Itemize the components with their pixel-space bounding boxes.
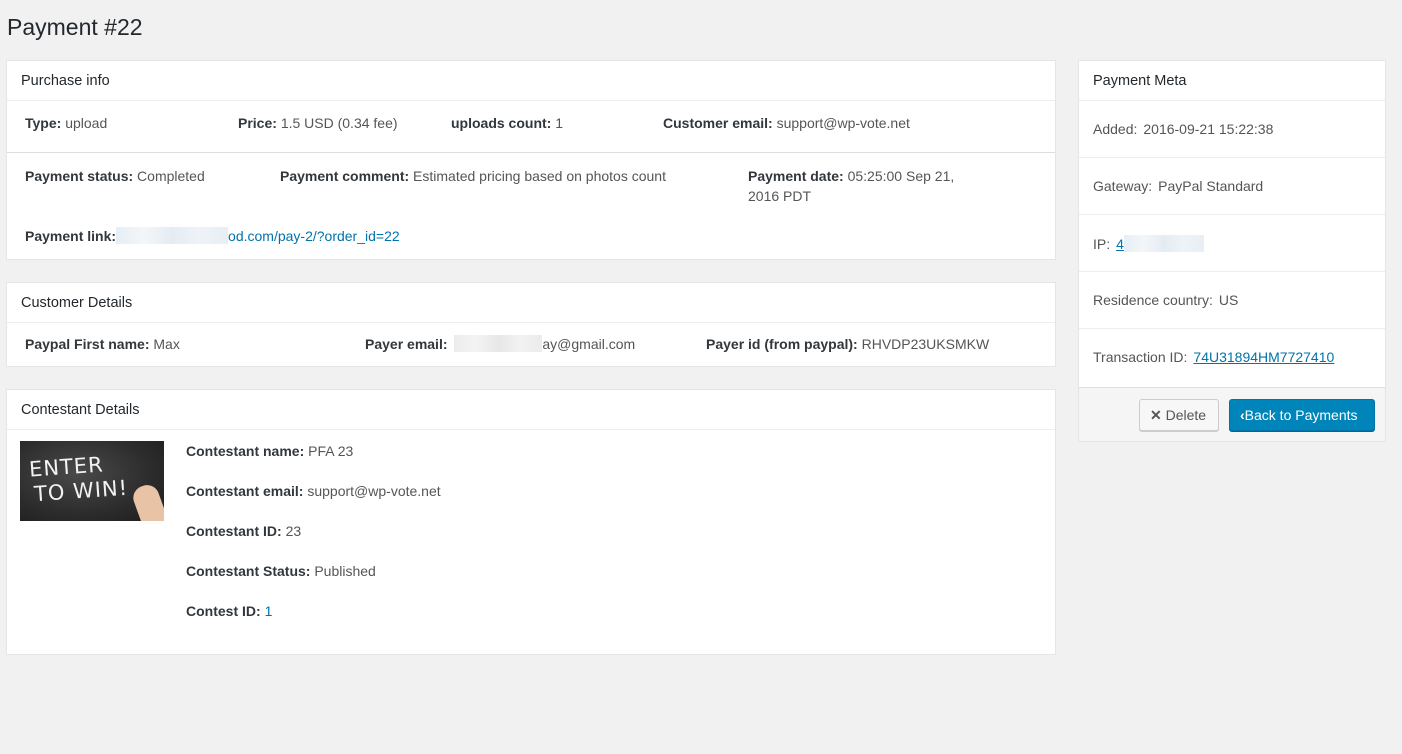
- payment-meta-box: Payment Meta Added: 2016-09-21 15:22:38 G…: [1078, 60, 1386, 442]
- payment-link-value: od.com/pay-2/?order_id=22: [228, 228, 400, 244]
- payment-date-label: Payment date:: [748, 168, 844, 184]
- contestant-name-label: Contestant name:: [186, 443, 305, 459]
- residence-country-value: US: [1218, 292, 1239, 308]
- type-field: Type: upload: [25, 113, 107, 133]
- customer-email-value: support@wp-vote.net: [776, 115, 910, 131]
- price-field: Price: 1.5 USD (0.34 fee): [238, 113, 398, 133]
- contestant-name-field: Contestant name: PFA 23: [186, 441, 353, 461]
- contestant-id-value: 23: [285, 523, 302, 539]
- contestant-email-field: Contestant email: support@wp-vote.net: [186, 481, 441, 501]
- gateway-row: Gateway: PayPal Standard: [1079, 158, 1385, 215]
- contestant-details-heading: Contestant Details: [7, 390, 1055, 430]
- contest-id-label: Contest ID:: [186, 603, 261, 619]
- payment-comment-value: Estimated pricing based on photos count: [413, 168, 666, 184]
- contestant-id-field: Contestant ID: 23: [186, 521, 301, 541]
- back-button-label: Back to Payments: [1244, 407, 1358, 423]
- redacted-email-part: [454, 335, 543, 352]
- contestant-email-value: support@wp-vote.net: [307, 483, 441, 499]
- payer-email-label: Payer email:: [365, 336, 448, 352]
- payment-link-label: Payment link:: [25, 228, 117, 244]
- payment-date-value-1: 05:25:00 Sep 21,: [847, 168, 955, 184]
- customer-details-heading: Customer Details: [7, 283, 1055, 323]
- contest-id-link[interactable]: 1: [265, 603, 273, 619]
- page-title: Payment #22: [7, 14, 143, 40]
- customer-details-box: Customer Details Paypal First name: Max …: [6, 282, 1056, 367]
- payment-meta-heading: Payment Meta: [1079, 61, 1385, 101]
- uploads-count-label: uploads count:: [451, 115, 552, 131]
- uploads-count-value: 1: [555, 115, 564, 131]
- contestant-id-label: Contestant ID:: [186, 523, 282, 539]
- payment-date-field: Payment date: 05:25:00 Sep 21, 2016 PDT: [748, 166, 978, 206]
- payment-link[interactable]: od.com/pay-2/?order_id=22: [116, 227, 400, 244]
- contestant-status-value: Published: [314, 563, 376, 579]
- payment-date-value-2: 2016 PDT: [748, 188, 812, 204]
- contestant-details-box: Contestant Details ENTER TO WIN! Contest…: [6, 389, 1056, 655]
- ip-row: IP: 4: [1079, 215, 1385, 272]
- residence-country-label: Residence country:: [1093, 292, 1213, 308]
- ip-value: 4: [1116, 236, 1124, 252]
- payer-email-field: Payer email: ay@gmail.com: [365, 334, 635, 354]
- contestant-name-value: PFA 23: [308, 443, 354, 459]
- image-text-to-win: TO WIN!: [33, 475, 129, 507]
- payment-status-value: Completed: [137, 168, 205, 184]
- back-to-payments-button[interactable]: ‹Back to Payments: [1229, 399, 1375, 431]
- x-icon: ✕: [1150, 407, 1162, 423]
- price-value: 1.5 USD (0.34 fee): [280, 115, 398, 131]
- redacted-link-part: [116, 227, 229, 244]
- payer-email-value: ay@gmail.com: [542, 336, 636, 352]
- transaction-id-row: Transaction ID: 74U31894HM7727410: [1079, 329, 1385, 386]
- contestant-email-label: Contestant email:: [186, 483, 304, 499]
- payment-link-field: Payment link: od.com/pay-2/?order_id=22: [25, 226, 400, 246]
- type-label: Type:: [25, 115, 62, 131]
- first-name-label: Paypal First name:: [25, 336, 150, 352]
- ip-label: IP:: [1093, 236, 1111, 252]
- added-value: 2016-09-21 15:22:38: [1143, 121, 1274, 137]
- contestant-image[interactable]: ENTER TO WIN!: [20, 441, 164, 521]
- customer-email-field: Customer email: support@wp-vote.net: [663, 113, 910, 133]
- purchase-divider: [7, 152, 1055, 153]
- delete-button-label: Delete: [1165, 407, 1207, 423]
- transaction-id-label: Transaction ID:: [1093, 349, 1188, 365]
- type-value: upload: [65, 115, 108, 131]
- payment-meta-actions: ✕ Delete ‹Back to Payments: [1079, 387, 1385, 441]
- added-row: Added: 2016-09-21 15:22:38: [1079, 101, 1385, 158]
- contestant-status-label: Contestant Status:: [186, 563, 311, 579]
- payment-status-field: Payment status: Completed: [25, 166, 205, 186]
- residence-country-row: Residence country: US: [1079, 272, 1385, 329]
- customer-email-label: Customer email:: [663, 115, 773, 131]
- price-label: Price:: [238, 115, 277, 131]
- transaction-id-link[interactable]: 74U31894HM7727410: [1193, 349, 1334, 365]
- added-label: Added:: [1093, 121, 1138, 137]
- payment-status-label: Payment status:: [25, 168, 134, 184]
- purchase-info-box: Purchase info Type: upload Price: 1.5 US…: [6, 60, 1056, 260]
- first-name-value: Max: [153, 336, 180, 352]
- ip-link[interactable]: 4: [1116, 235, 1204, 252]
- payer-id-label: Payer id (from paypal):: [706, 336, 858, 352]
- payer-id-value: RHVDP23UKSMKW: [861, 336, 990, 352]
- hand-graphic: [129, 481, 164, 521]
- first-name-field: Paypal First name: Max: [25, 334, 180, 354]
- contestant-status-field: Contestant Status: Published: [186, 561, 376, 581]
- payment-comment-field: Payment comment: Estimated pricing based…: [280, 166, 666, 186]
- payment-comment-label: Payment comment:: [280, 168, 410, 184]
- uploads-count-field: uploads count: 1: [451, 113, 563, 133]
- delete-button[interactable]: ✕ Delete: [1139, 399, 1219, 431]
- redacted-ip-part: [1123, 235, 1204, 252]
- gateway-value: PayPal Standard: [1158, 178, 1264, 194]
- contest-id-field: Contest ID: 1: [186, 601, 272, 621]
- purchase-info-heading: Purchase info: [7, 61, 1055, 101]
- payer-id-field: Payer id (from paypal): RHVDP23UKSMKW: [706, 334, 989, 354]
- gateway-label: Gateway:: [1093, 178, 1153, 194]
